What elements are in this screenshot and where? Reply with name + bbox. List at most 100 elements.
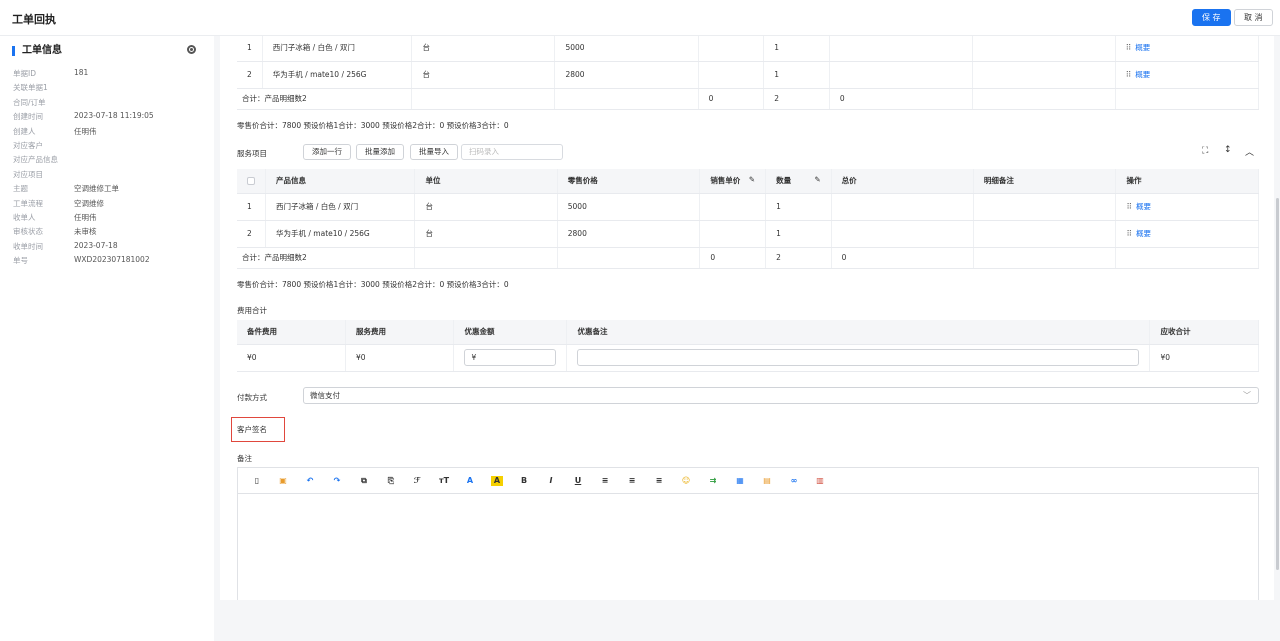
align-center-icon[interactable]: ≡ bbox=[626, 476, 638, 486]
quantity[interactable]: 1 bbox=[765, 193, 832, 221]
image-icon[interactable]: ▣ bbox=[277, 476, 289, 486]
total-price bbox=[831, 220, 974, 248]
line-note[interactable] bbox=[972, 61, 1116, 89]
unit: 台 bbox=[414, 193, 558, 221]
unit: 台 bbox=[411, 36, 556, 62]
row-index: 2 bbox=[237, 61, 263, 89]
retail-price: 5000 bbox=[554, 36, 699, 62]
edit-icon[interactable]: ✎ bbox=[749, 175, 755, 184]
insert-image-icon[interactable]: ▤ bbox=[761, 476, 773, 486]
qty-sum: 2 bbox=[765, 247, 832, 269]
info-key: 创建时间 bbox=[13, 112, 43, 122]
row-index: 1 bbox=[237, 36, 263, 62]
line-note[interactable] bbox=[973, 193, 1117, 221]
edit-icon[interactable]: ✎ bbox=[814, 175, 820, 184]
info-value: 空调维修 bbox=[74, 198, 104, 208]
gear-icon[interactable] bbox=[187, 45, 196, 54]
signature-field[interactable]: 客户签名 bbox=[231, 417, 285, 442]
empty-cell bbox=[1115, 88, 1260, 110]
info-value: 任明伟 bbox=[74, 213, 97, 222]
col-discount-remark: 优惠备注 bbox=[566, 320, 1151, 345]
source-icon[interactable]: ▯ bbox=[251, 476, 263, 486]
service-summary: 零售价合计：7800 预设价格1合计：3000 预设价格2合计：0 预设价格3合… bbox=[237, 280, 509, 289]
italic-icon[interactable]: I bbox=[545, 476, 557, 486]
drag-handle-icon[interactable]: ⠿ bbox=[1126, 202, 1132, 211]
sale-price[interactable] bbox=[698, 61, 765, 89]
table-icon[interactable]: ▦ bbox=[734, 476, 746, 486]
payment-value: 微信支付 bbox=[310, 391, 340, 400]
fullscreen-icon[interactable]: ⛶ bbox=[1202, 146, 1208, 156]
emoji-icon[interactable]: ☺ bbox=[680, 476, 692, 486]
info-key: 对应产品信息 bbox=[13, 155, 58, 165]
save-button[interactable]: 保 存 bbox=[1192, 9, 1231, 26]
line-note[interactable] bbox=[973, 220, 1117, 248]
quantity[interactable]: 1 bbox=[765, 220, 832, 248]
font-size-icon[interactable]: тT bbox=[436, 476, 452, 486]
scrollbar-thumb[interactable] bbox=[1276, 198, 1279, 570]
payment-select[interactable]: 微信支付 ﹀ bbox=[303, 387, 1259, 404]
summary-link[interactable]: 概要 bbox=[1135, 70, 1150, 79]
drag-handle-icon[interactable]: ⠿ bbox=[1126, 43, 1132, 52]
receivable-value: ¥0 bbox=[1149, 344, 1259, 372]
collapse-icon[interactable]: ︿ bbox=[1245, 145, 1254, 158]
empty-cell bbox=[972, 88, 1116, 110]
empty-cell bbox=[973, 247, 1117, 269]
copy-icon[interactable]: ⧉ bbox=[358, 476, 370, 486]
cancel-button[interactable]: 取 消 bbox=[1234, 9, 1273, 26]
col-action: 操作 bbox=[1115, 169, 1259, 194]
remarks-editor[interactable]: ▯ ▣ ↶ ↷ ⧉ ⎘ ℱ тT A A B I U ≡ ≡ ≡ ☺ ⇉ ▦ ▤… bbox=[237, 467, 1259, 600]
sale-price[interactable] bbox=[699, 193, 767, 221]
info-value: 2023-07-18 bbox=[74, 240, 118, 250]
discount-remark-cell bbox=[566, 344, 1151, 372]
batch-add-button[interactable]: 批量添加 bbox=[356, 144, 404, 160]
insert-line-icon[interactable]: ⇉ bbox=[707, 476, 719, 486]
drag-handle-icon[interactable]: ⠿ bbox=[1126, 70, 1132, 79]
summary-link[interactable]: 概要 bbox=[1136, 202, 1151, 211]
underline-icon[interactable]: U bbox=[572, 476, 584, 486]
batch-import-button[interactable]: 批量导入 bbox=[410, 144, 458, 160]
info-key: 单号 bbox=[13, 256, 28, 266]
sale-sum: 0 bbox=[699, 247, 767, 269]
summary-link[interactable]: 概要 bbox=[1135, 43, 1150, 52]
info-value: 181 bbox=[74, 68, 89, 77]
drag-handle-icon[interactable]: ⠿ bbox=[1126, 229, 1132, 238]
editor-toolbar: ▯ ▣ ↶ ↷ ⧉ ⎘ ℱ тT A A B I U ≡ ≡ ≡ ☺ ⇉ ▦ ▤… bbox=[238, 468, 1258, 494]
link-icon[interactable]: ∞ bbox=[788, 476, 800, 486]
product-table: 1 西门子冰箱 / 白色 / 双门台 5000 1 ⠿ 概要 2 华为手机 / mate10 … bbox=[237, 36, 1260, 110]
col-parts-fee: 备件费用 bbox=[237, 320, 346, 345]
undo-icon[interactable]: ↶ bbox=[304, 476, 316, 486]
line-note[interactable] bbox=[972, 36, 1116, 62]
product-row: 1 西门子冰箱 / 白色 / 双门台 5000 1 ⠿ 概要 bbox=[237, 36, 1260, 62]
action-cell: ⠿ 概要 bbox=[1115, 61, 1260, 89]
paste-icon[interactable]: ⎘ bbox=[385, 476, 397, 486]
highlight-icon[interactable]: A bbox=[491, 476, 503, 486]
discount-remark-input[interactable] bbox=[577, 349, 1140, 366]
font-icon[interactable]: ℱ bbox=[411, 476, 423, 486]
discount-cell: ¥ bbox=[453, 344, 568, 372]
bold-icon[interactable]: B bbox=[518, 476, 530, 486]
add-row-button[interactable]: 添加一行 bbox=[303, 144, 351, 160]
summary-link[interactable]: 概要 bbox=[1136, 229, 1151, 238]
info-key: 对应项目 bbox=[13, 169, 43, 179]
col-sale-price: 销售单价 ✎ bbox=[699, 169, 767, 194]
info-key: 创建人 bbox=[13, 126, 36, 136]
empty-cell bbox=[1115, 247, 1259, 269]
align-left-icon[interactable]: ≡ bbox=[599, 476, 611, 486]
scan-input[interactable]: 扫码录入 bbox=[461, 144, 563, 160]
discount-input[interactable]: ¥ bbox=[464, 349, 557, 366]
col-sale-price-label: 销售单价 bbox=[710, 176, 741, 186]
quantity[interactable]: 1 bbox=[763, 36, 830, 62]
font-color-icon[interactable]: A bbox=[464, 476, 476, 486]
video-icon[interactable]: ▥ bbox=[814, 476, 826, 486]
info-key: 对应客户 bbox=[13, 141, 43, 150]
sale-price[interactable] bbox=[698, 36, 765, 62]
empty-cell bbox=[414, 247, 558, 269]
redo-icon[interactable]: ↷ bbox=[331, 476, 343, 486]
quantity[interactable]: 1 bbox=[763, 61, 830, 89]
align-right-icon[interactable]: ≡ bbox=[653, 476, 665, 486]
empty-cell bbox=[411, 88, 556, 110]
sale-price[interactable] bbox=[699, 220, 767, 248]
resize-icon[interactable]: ↕ bbox=[1224, 145, 1232, 155]
select-all-checkbox[interactable] bbox=[237, 169, 266, 194]
info-key: 合同/订单 bbox=[13, 97, 46, 107]
